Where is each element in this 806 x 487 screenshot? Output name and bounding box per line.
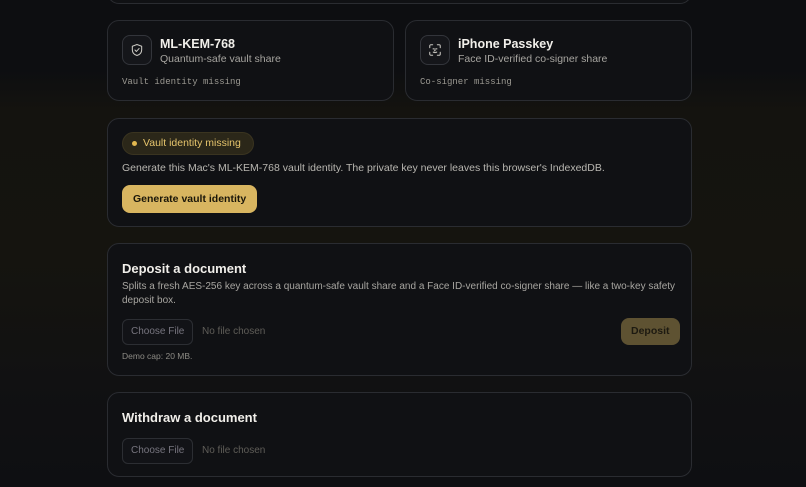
share-card-passkey: iPhone Passkey Face ID-verified co-signe… <box>405 20 692 101</box>
share-subtitle: Face ID-verified co-signer share <box>458 53 608 65</box>
deposit-card: Deposit a document Splits a fresh AES-25… <box>107 243 692 376</box>
generate-vault-identity-button[interactable]: Generate vault identity <box>122 185 258 213</box>
face-id-icon <box>420 35 450 65</box>
share-status: Co-signer missing <box>420 77 512 87</box>
deposit-choose-file-button[interactable]: Choose File <box>122 319 194 345</box>
deposit-title: Deposit a document <box>122 261 247 276</box>
share-status: Vault identity missing <box>122 77 241 87</box>
withdraw-title: Withdraw a document <box>122 410 257 425</box>
vault-identity-card: Vault identity missing Generate this Mac… <box>107 118 692 227</box>
withdraw-choose-file-button[interactable]: Choose File <box>122 438 194 464</box>
deposit-file-status: No file chosen <box>202 326 266 337</box>
withdraw-file-status: No file chosen <box>202 445 266 456</box>
withdraw-card: Withdraw a document Choose File No file … <box>107 392 692 477</box>
share-title: ML-KEM-768 <box>160 37 236 51</box>
share-card-mlkem: ML-KEM-768 Quantum-safe vault share Vaul… <box>107 20 394 101</box>
shield-icon <box>122 35 152 65</box>
share-subtitle: Quantum-safe vault share <box>160 53 281 65</box>
status-badge-label: Vault identity missing <box>143 137 241 149</box>
deposit-description: Splits a fresh AES-256 key across a quan… <box>122 281 676 306</box>
demo-cap-note: Demo cap: 20 MB. <box>122 351 193 361</box>
deposit-button[interactable]: Deposit <box>621 318 680 345</box>
share-title: iPhone Passkey <box>458 37 554 51</box>
status-badge: Vault identity missing <box>122 132 254 155</box>
previous-card <box>107 0 692 4</box>
status-dot-icon <box>132 141 137 146</box>
identity-description: Generate this Mac's ML-KEM-768 vault ide… <box>122 162 605 174</box>
